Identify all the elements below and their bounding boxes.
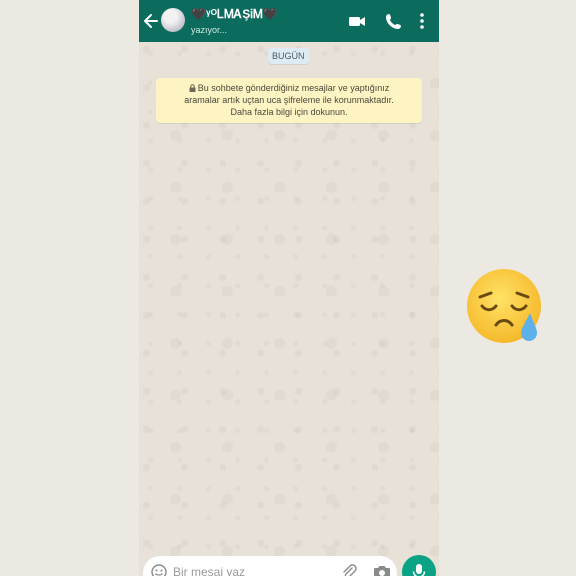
chat-header: 🖤ᵞᴼᏞᎷᎪŞᎥᎷ🖤 yazıyor...	[139, 0, 439, 42]
more-options-icon[interactable]	[417, 12, 427, 30]
lock-icon	[189, 84, 196, 92]
encryption-line-3: Daha fazla bilgi için dokunun.	[230, 107, 348, 117]
phone-screen: 🖤ᵞᴼᏞᎷᎪŞᎥᎷ🖤 yazıyor... BUGÜN Bu sohbete g…	[139, 0, 439, 576]
mic-button[interactable]	[402, 555, 436, 576]
mic-icon	[412, 564, 426, 576]
sleepy-face-emoji	[467, 269, 541, 343]
contact-name[interactable]: 🖤ᵞᴼᏞᎷᎪŞᎥᎷ🖤	[191, 7, 278, 22]
attach-icon[interactable]	[341, 564, 357, 576]
back-arrow-icon[interactable]	[143, 12, 159, 30]
message-composer	[143, 556, 397, 576]
camera-icon[interactable]	[373, 565, 391, 576]
phone-icon[interactable]	[385, 12, 403, 30]
typing-status: yazıyor...	[191, 25, 228, 35]
encryption-line-1: Bu sohbete gönderdiğiniz mesajlar ve yap…	[197, 83, 390, 93]
avatar[interactable]	[161, 8, 185, 32]
emoji-icon[interactable]	[151, 564, 167, 576]
message-input[interactable]	[173, 560, 333, 576]
encryption-line-2: aramalar artık uçtan uca şifreleme ile k…	[184, 95, 394, 105]
video-call-icon[interactable]	[348, 12, 366, 30]
encryption-notice[interactable]: Bu sohbete gönderdiğiniz mesajlar ve yap…	[156, 78, 422, 123]
date-chip: BUGÜN	[268, 48, 309, 64]
